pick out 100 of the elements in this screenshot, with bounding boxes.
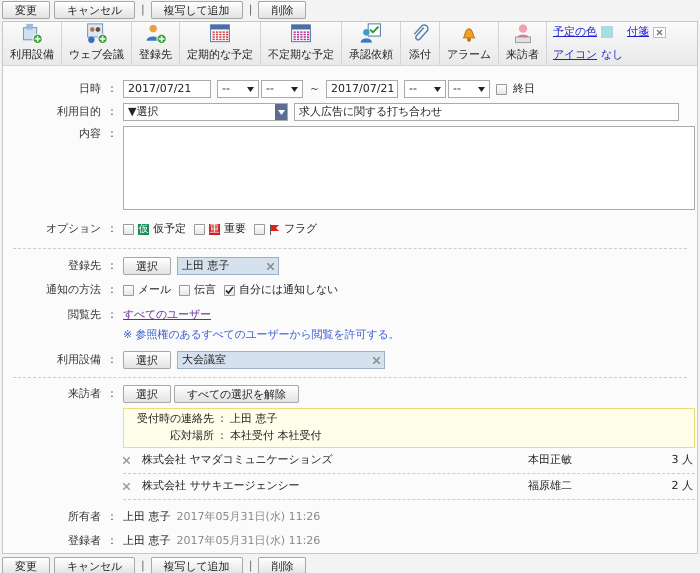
colon-text: : — [109, 532, 115, 549]
toolbar-button[interactable]: ウェブ会議 — [62, 22, 132, 65]
content-textarea[interactable] — [123, 126, 695, 210]
remove-icon[interactable] — [267, 262, 274, 270]
checkbox-label: 伝言 — [194, 282, 216, 298]
color-link[interactable]: 予定の色 — [553, 24, 597, 40]
toolbar-button[interactable]: 添付 — [401, 22, 440, 65]
colon-text: : — [109, 306, 115, 323]
field-label: 利用設備 — [56, 352, 101, 368]
separator-text: | — [248, 558, 254, 573]
field-label: 登録先 — [67, 258, 101, 274]
remove-icon[interactable] — [123, 457, 130, 464]
time-select[interactable]: -- — [261, 80, 303, 98]
checkbox-label: メール — [138, 282, 171, 298]
remove-icon[interactable] — [373, 356, 380, 364]
checkbox-label: 終日 — [513, 80, 535, 97]
toolbar-button[interactable]: 承認依頼 — [342, 22, 401, 65]
action-button[interactable]: 複写して追加 — [150, 1, 243, 19]
icon-link[interactable]: アイコン — [553, 46, 597, 63]
checkbox[interactable] — [254, 224, 265, 234]
colon-text: : — [109, 258, 115, 274]
action-button[interactable]: 変更 — [2, 557, 50, 573]
date-field[interactable]: 2017/07/21 — [326, 80, 398, 98]
time-select[interactable]: -- — [217, 80, 259, 98]
reception-label: 受付時の連絡先 — [136, 411, 214, 428]
separator-text: | — [140, 558, 146, 573]
checkbox-label: 自分には通知しない — [239, 282, 338, 298]
separator-text: | — [248, 2, 254, 18]
field-label: 通知の方法 — [45, 282, 101, 298]
select-button[interactable]: 選択 — [123, 257, 171, 275]
timestamp: 2017年05月31日(水) 11:26 — [176, 532, 320, 549]
time-select[interactable]: -- — [448, 80, 490, 98]
person-name: 福原雄二 — [528, 478, 573, 494]
important-badge: 重 — [209, 224, 220, 234]
checkbox[interactable] — [224, 284, 235, 296]
checkbox-label: フラグ — [284, 220, 317, 237]
checkbox[interactable] — [179, 284, 190, 296]
purpose-select[interactable]: ▼選択 — [123, 103, 288, 121]
checkbox-label: 仮予定 — [153, 220, 186, 237]
action-button[interactable]: キャンセル — [54, 1, 135, 19]
user-name: 上田 恵子 — [123, 508, 170, 525]
visitor-count: 2 人 — [670, 478, 694, 494]
visitor-button[interactable]: すべての選択を解除 — [174, 385, 299, 403]
checkbox[interactable] — [123, 284, 134, 296]
checkbox[interactable] — [123, 224, 134, 234]
colon-text: : — [109, 386, 115, 402]
title-field[interactable]: 求人広告に関する打ち合わせ — [294, 103, 679, 121]
toolbar-button[interactable]: 定期的な予定 — [180, 22, 261, 65]
reception-value: 本社受付 本社受付 — [230, 428, 322, 444]
field-label: 日時 — [78, 80, 101, 97]
action-button[interactable]: 複写して追加 — [150, 557, 243, 573]
toolbar-button[interactable]: 登録先 — [132, 22, 180, 65]
action-button[interactable]: 変更 — [2, 1, 50, 19]
icon-value: なし — [601, 46, 623, 62]
reception-label: 応対場所 — [169, 428, 214, 444]
recurring-icon — [208, 22, 232, 44]
toolbar-button[interactable]: 不定期な予定 — [261, 22, 342, 65]
toolbar-button[interactable]: アラーム — [440, 22, 499, 65]
checkbox[interactable] — [194, 224, 205, 234]
note-text: ※ 参照権のあるすべてのユーザーから閲覧を許可する。 — [123, 328, 400, 341]
flag-icon — [269, 224, 280, 234]
checkbox-label: 重要 — [224, 220, 246, 237]
field-label: 閲覧先 — [67, 306, 101, 323]
field-label: 所有者 — [67, 508, 101, 525]
date-field[interactable]: 2017/07/21 — [123, 80, 211, 98]
reception-value: 上田 恵子 — [230, 411, 278, 428]
tag-link[interactable]: 付箋 — [627, 24, 649, 40]
colon-text: : — [219, 428, 225, 444]
checkbox[interactable] — [496, 84, 507, 94]
visitor-button[interactable]: 選択 — [123, 385, 171, 403]
select-button[interactable]: 選択 — [123, 351, 171, 369]
colon-text: : — [219, 411, 225, 428]
caret-icon — [434, 86, 441, 92]
range-mark: ～ — [309, 80, 320, 97]
company-name: 株式会社 ササキエージェンシー — [142, 478, 300, 494]
caret-icon — [278, 110, 284, 114]
colon-text: : — [109, 352, 115, 368]
action-button[interactable]: 削除 — [258, 1, 306, 19]
clear-icon[interactable] — [653, 26, 666, 38]
selected-tag: 上田 恵子 — [177, 257, 279, 275]
field-label: 来訪者 — [67, 386, 101, 402]
field-label: 登録者 — [67, 532, 101, 549]
action-button[interactable]: キャンセル — [54, 557, 135, 573]
timestamp: 2017年05月31日(水) 11:26 — [176, 508, 320, 525]
viewers-link[interactable]: すべてのユーザー — [123, 306, 211, 324]
color-swatch[interactable] — [601, 26, 613, 38]
toolbar-button[interactable]: 来訪者 — [499, 22, 547, 65]
field-label: オプション — [45, 220, 101, 237]
toolbar-button[interactable]: 利用設備 — [3, 22, 62, 65]
tentative-badge: 仮 — [138, 224, 149, 234]
irregular-icon — [289, 22, 313, 44]
company-name: 株式会社 ヤマダコミュニケーションズ — [142, 452, 334, 468]
person-name: 本田正敏 — [528, 452, 573, 468]
field-label: 利用目的 — [56, 104, 101, 120]
remove-icon[interactable] — [123, 483, 130, 490]
caret-icon — [291, 86, 298, 92]
time-select[interactable]: -- — [404, 80, 446, 98]
colon-text: : — [109, 104, 115, 120]
visitor-count: 3 人 — [670, 452, 694, 468]
action-button[interactable]: 削除 — [258, 557, 306, 573]
